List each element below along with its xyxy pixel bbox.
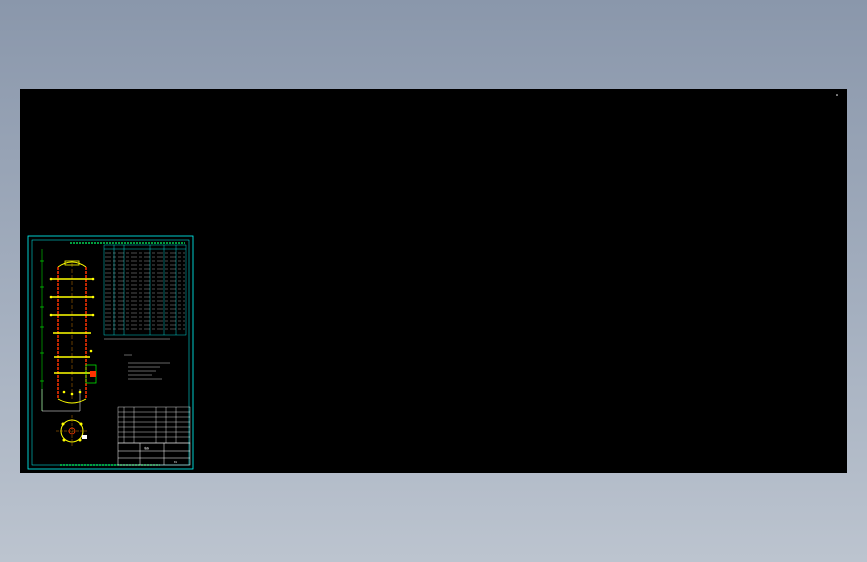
design-data-rows xyxy=(105,252,185,330)
title-block-name: 塔器 xyxy=(144,446,149,450)
title-block-drawing-no: 01 xyxy=(174,461,177,464)
design-data-table xyxy=(103,244,187,336)
sheet-outer-border xyxy=(27,235,194,470)
title-block xyxy=(117,442,191,466)
drawing-canvas[interactable]: 塔器 01 xyxy=(20,89,847,473)
parts-list-table xyxy=(117,406,191,444)
sheet-inner-border xyxy=(31,239,190,466)
technical-notes xyxy=(104,338,170,380)
cursor-mark xyxy=(836,94,838,96)
cad-viewport[interactable]: 塔器 01 xyxy=(20,89,847,473)
reboiler-connection xyxy=(85,364,97,384)
column-vessel xyxy=(57,260,87,404)
plan-view xyxy=(56,415,88,447)
